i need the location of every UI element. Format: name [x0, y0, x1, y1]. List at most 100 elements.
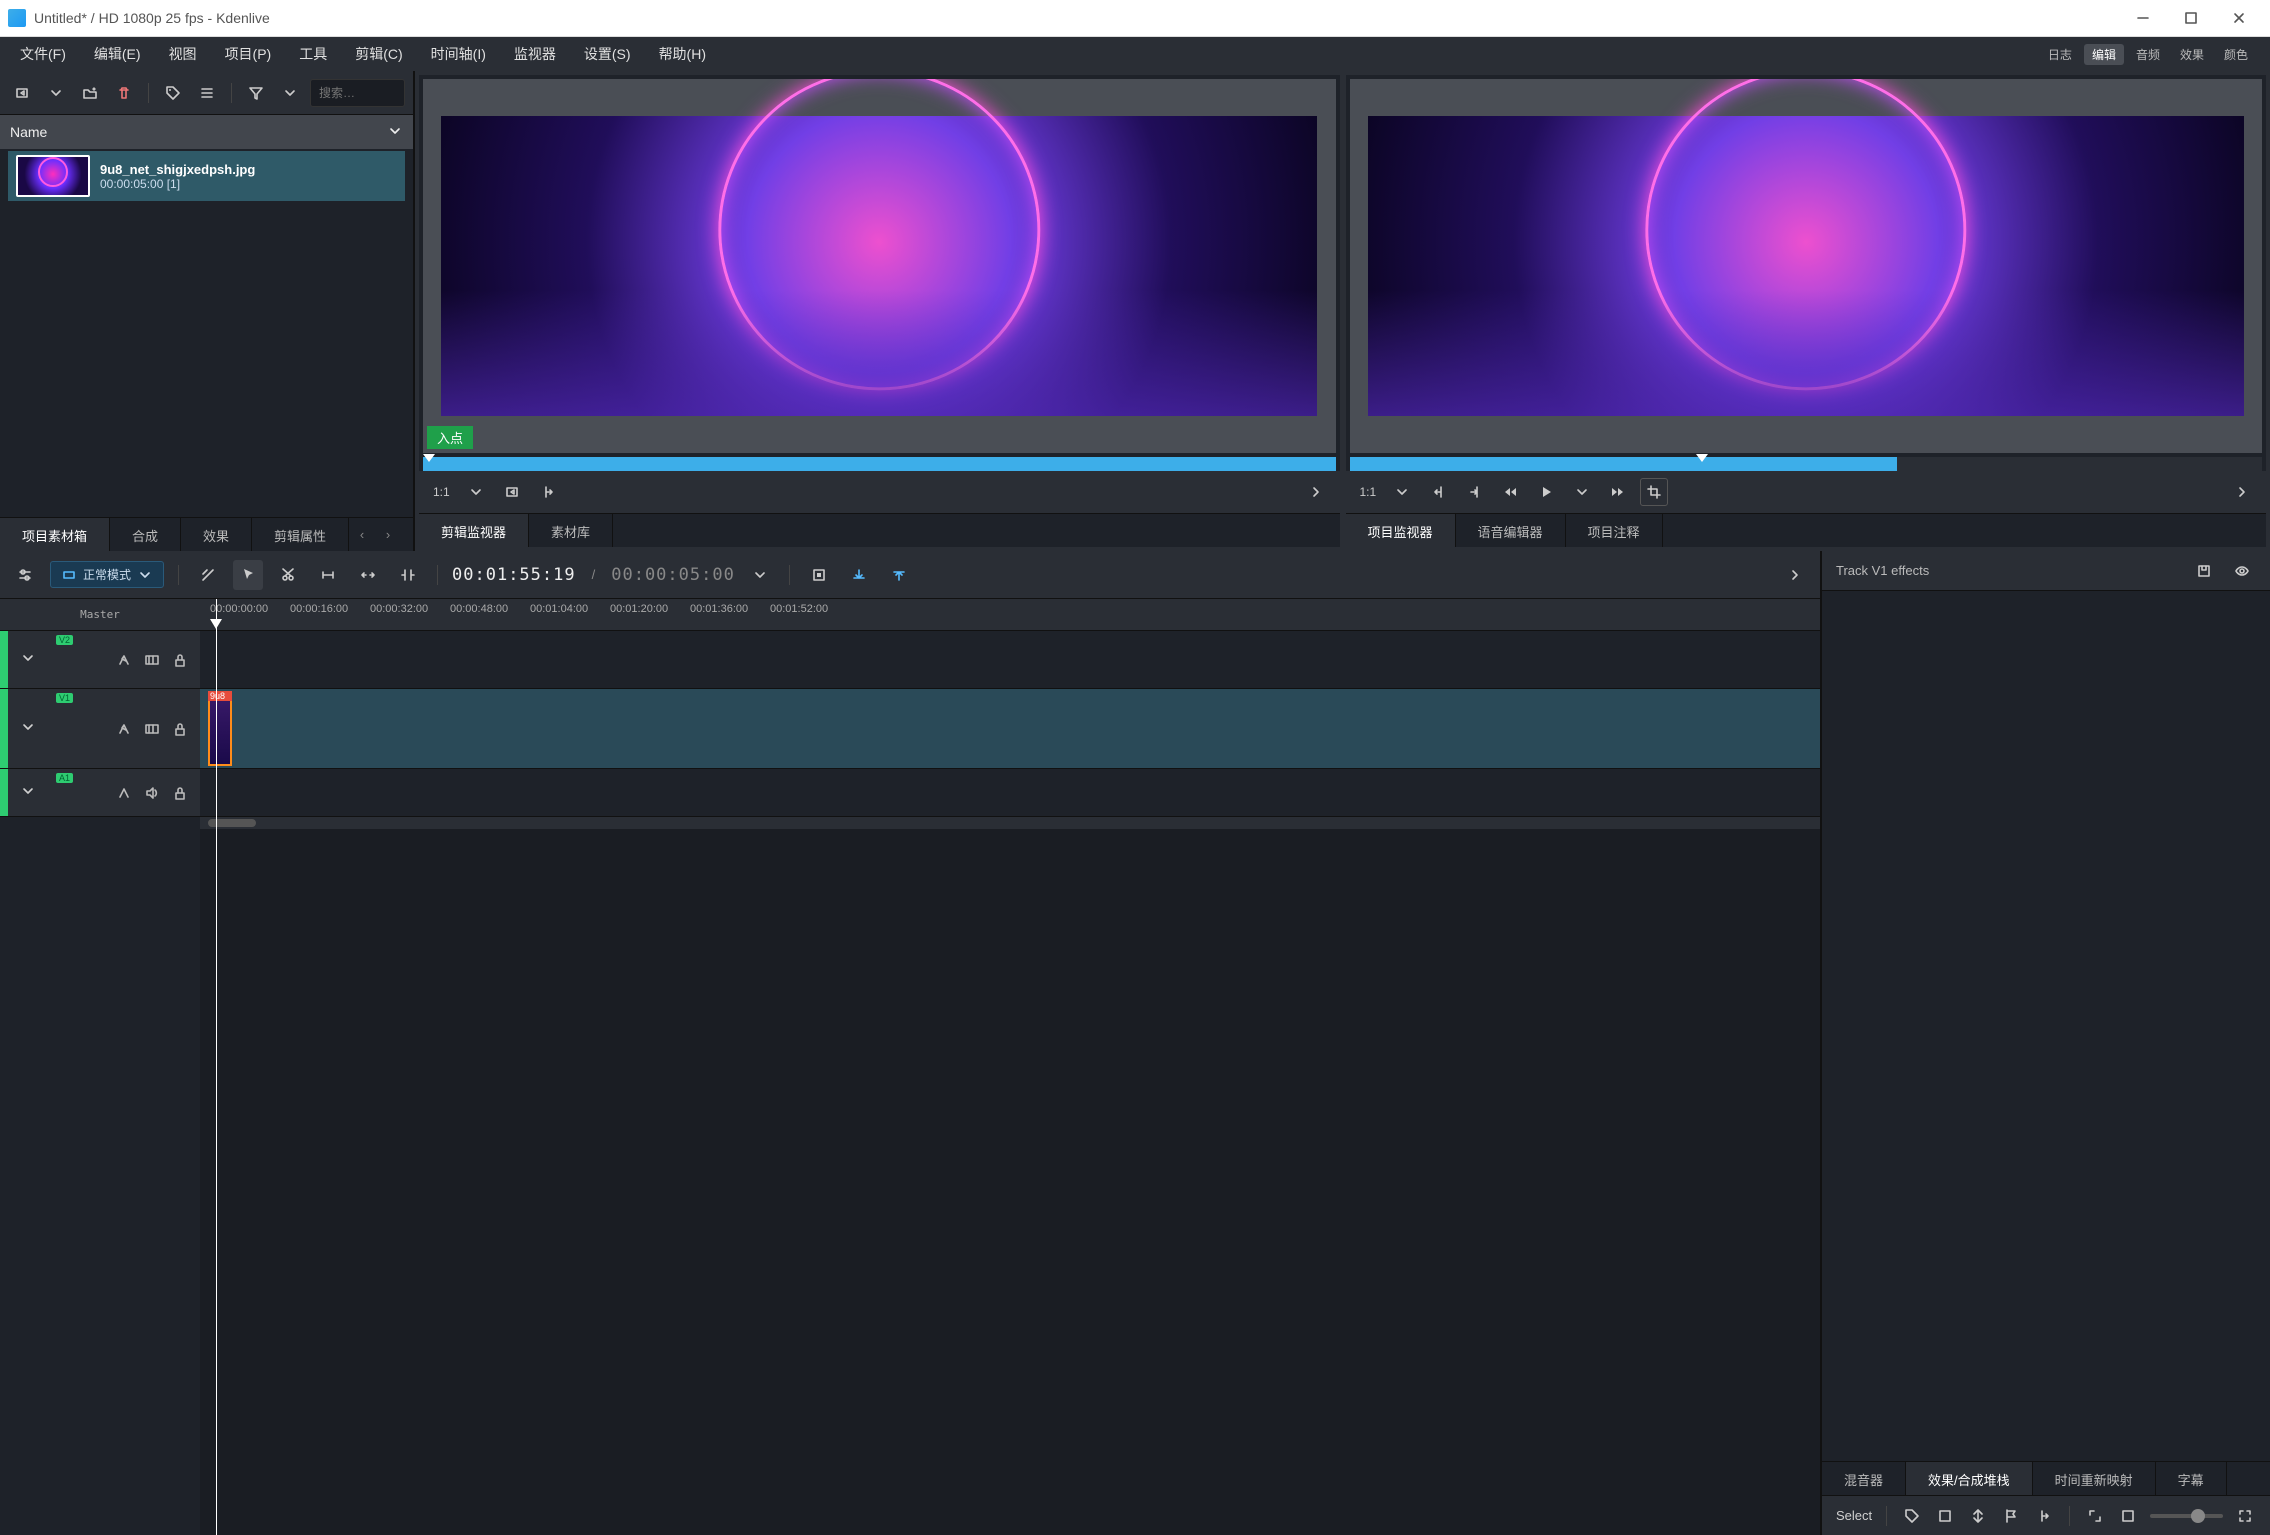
play-dropdown-icon[interactable] [1568, 478, 1596, 506]
status-fit-icon[interactable] [2084, 1502, 2107, 1530]
timeline-ruler[interactable]: 00:00:00:00 00:00:16:00 00:00:32:00 00:0… [200, 599, 1820, 631]
tag-button[interactable] [159, 79, 187, 107]
set-in-button[interactable] [498, 478, 526, 506]
track-mute-icon[interactable] [140, 717, 164, 741]
status-snap-icon[interactable] [1967, 1502, 1990, 1530]
collapse-track-icon[interactable] [20, 719, 36, 738]
track-fx-icon[interactable] [112, 717, 136, 741]
bin-list[interactable]: 9u8_net_shigjxedpsh.jpg 00:00:05:00 [1] [0, 149, 413, 517]
zoom-dropdown-icon[interactable] [462, 478, 490, 506]
menu-settings[interactable]: 设置(S) [570, 38, 645, 70]
track-lock-icon[interactable] [168, 648, 192, 672]
fx-save-icon[interactable] [2190, 557, 2218, 585]
tab-composition[interactable]: 合成 [110, 518, 181, 551]
spacer-tool-button[interactable] [313, 560, 343, 590]
lane-v2[interactable] [200, 631, 1820, 689]
menu-view[interactable]: 视图 [155, 38, 211, 70]
menu-monitor[interactable]: 监视器 [500, 38, 570, 70]
playhead[interactable] [216, 599, 217, 1535]
menu-help[interactable]: 帮助(H) [645, 38, 720, 70]
lane-v1[interactable] [200, 689, 1820, 769]
menu-clip[interactable]: 剪辑(C) [341, 38, 416, 70]
menu-edit[interactable]: 编辑(E) [80, 38, 155, 70]
badge-audio[interactable]: 音频 [2128, 44, 2168, 65]
tab-project-monitor[interactable]: 项目监视器 [1346, 514, 1456, 547]
track-header-v2[interactable]: V2 [0, 631, 200, 689]
maximize-button[interactable] [2176, 7, 2206, 29]
project-zoom-dropdown-icon[interactable] [1388, 478, 1416, 506]
badge-color[interactable]: 颜色 [2216, 44, 2256, 65]
fullscreen-icon[interactable] [2233, 1502, 2256, 1530]
track-fx-icon[interactable] [112, 781, 136, 805]
status-flag-icon[interactable] [1999, 1502, 2022, 1530]
tab-project-notes[interactable]: 项目注释 [1566, 514, 1663, 547]
playhead-timecode[interactable]: 00:01:55:19 [452, 565, 576, 585]
extract-button[interactable] [884, 560, 914, 590]
search-field[interactable] [319, 86, 396, 100]
list-view-button[interactable] [193, 79, 221, 107]
lane-a1[interactable] [200, 769, 1820, 817]
badge-effects[interactable]: 效果 [2172, 44, 2212, 65]
goto-end-button[interactable] [1460, 478, 1488, 506]
goto-start-button[interactable] [1424, 478, 1452, 506]
tab-clip-monitor[interactable]: 剪辑监视器 [419, 514, 529, 547]
timeline-clip[interactable] [208, 691, 232, 766]
tab-subtitle[interactable]: 字幕 [2156, 1462, 2227, 1495]
timeline-more-icon[interactable] [1780, 560, 1810, 590]
tab-remap[interactable]: 时间重新映射 [2033, 1462, 2156, 1495]
track-audio-icon[interactable] [140, 781, 164, 805]
project-monitor-scrubber[interactable] [1350, 457, 2263, 471]
add-clip-button[interactable] [8, 79, 36, 107]
filter-button[interactable] [242, 79, 270, 107]
track-lock-icon[interactable] [168, 781, 192, 805]
select-tool-button[interactable] [233, 560, 263, 590]
add-dropdown-icon[interactable] [42, 79, 70, 107]
ripple-button[interactable] [393, 560, 423, 590]
tab-voice-editor[interactable]: 语音编辑器 [1456, 514, 1566, 547]
filter-dropdown-icon[interactable] [276, 79, 304, 107]
fit-zoom-button[interactable] [353, 560, 383, 590]
tab-effects[interactable]: 效果 [181, 518, 252, 551]
delete-button[interactable] [110, 79, 138, 107]
track-header-a1[interactable]: A1 [0, 769, 200, 817]
track-mute-icon[interactable] [140, 648, 164, 672]
fx-stack-body[interactable] [1822, 591, 2270, 1461]
menu-project[interactable]: 项目(P) [211, 38, 286, 70]
timeline-scrollbar[interactable] [200, 817, 1820, 829]
collapse-track-icon[interactable] [20, 650, 36, 669]
close-button[interactable] [2224, 7, 2254, 29]
rewind-button[interactable] [1496, 478, 1524, 506]
badge-log[interactable]: 日志 [2040, 44, 2080, 65]
clip-monitor-scrubber[interactable] [423, 457, 1336, 471]
tab-next-icon[interactable]: › [375, 518, 401, 551]
menu-file[interactable]: 文件(F) [6, 38, 80, 70]
timecode-dropdown-icon[interactable] [745, 560, 775, 590]
tab-prev-icon[interactable]: ‹ [349, 518, 375, 551]
tab-stack[interactable]: 效果/合成堆栈 [1906, 1462, 2033, 1495]
clip-monitor-view[interactable]: 入点 [423, 79, 1336, 453]
edit-mode-dropdown[interactable]: 正常模式 [50, 561, 164, 588]
status-marker-icon[interactable] [2032, 1502, 2055, 1530]
search-input[interactable] [310, 79, 405, 107]
status-save-icon[interactable] [1934, 1502, 1957, 1530]
track-header-v1[interactable]: V1 [0, 689, 200, 769]
tab-mixer[interactable]: 混音器 [1822, 1462, 1906, 1495]
project-monitor-view[interactable] [1350, 79, 2263, 453]
insert-button[interactable] [804, 560, 834, 590]
collapse-track-icon[interactable] [20, 783, 36, 802]
status-tag-icon[interactable] [1901, 1502, 1924, 1530]
project-monitor-more-icon[interactable] [2228, 478, 2256, 506]
razor-tool-button[interactable] [193, 560, 223, 590]
bin-clip-item[interactable]: 9u8_net_shigjxedpsh.jpg 00:00:05:00 [1] [8, 151, 405, 201]
tab-clip-properties[interactable]: 剪辑属性 [252, 518, 349, 551]
track-lock-icon[interactable] [168, 717, 192, 741]
status-zoom-icon[interactable] [2117, 1502, 2140, 1530]
timeline-settings-icon[interactable] [10, 560, 40, 590]
forward-button[interactable] [1604, 478, 1632, 506]
badge-edit[interactable]: 编辑 [2084, 44, 2124, 65]
add-folder-button[interactable] [76, 79, 104, 107]
minimize-button[interactable] [2128, 7, 2158, 29]
set-out-button[interactable] [534, 478, 562, 506]
menu-timeline[interactable]: 时间轴(I) [417, 38, 500, 70]
clip-monitor-more-icon[interactable] [1302, 478, 1330, 506]
